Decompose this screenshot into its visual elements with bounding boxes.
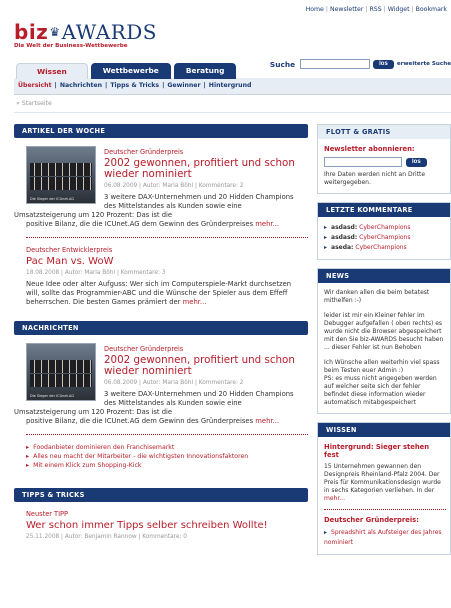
read-more-link[interactable]: mehr... [255, 417, 279, 425]
newsletter-title: Newsletter abonnieren: [324, 145, 415, 153]
divider [324, 509, 446, 510]
comment-item[interactable]: aseda: CyberChampions [324, 243, 446, 253]
sidebar-heading-flott: FLOTT & GRATIS [318, 125, 450, 139]
subnav-gewinner[interactable]: Gewinner [167, 82, 200, 89]
newsletter-note: Ihre Daten werden nicht an Dritte weiter… [324, 171, 426, 186]
wissen-box: WISSEN Hintergrund: Sieger stehen fest 1… [317, 422, 451, 555]
sidebar-heading-comments: LETZTE KOMMENTARE [318, 203, 450, 217]
subnav-tipps[interactable]: Tipps & Tricks [110, 82, 159, 89]
crown-icon: ♛ [49, 25, 61, 39]
read-more-link[interactable]: mehr... [324, 495, 345, 502]
article-headline[interactable]: Pac Man vs. WoW [26, 256, 304, 267]
subnav-hintergrund[interactable]: Hintergrund [209, 82, 252, 89]
search-bar: Suche los erweiterte Suche [270, 59, 451, 69]
second-article: Deutscher Entwicklerpreis Pac Man vs. Wo… [14, 238, 308, 307]
news-text: Ich Wünsche allen weiterhin viel spass b… [324, 359, 440, 374]
subnav-uebersicht[interactable]: Übersicht [18, 82, 52, 89]
wissen-text: 15 Unternehmen gewannen den Designpreis … [324, 463, 441, 502]
read-more-link[interactable]: mehr... [183, 298, 207, 306]
advanced-search-link[interactable]: erweiterte Suche [397, 61, 451, 67]
tab-beratung[interactable]: Beratung [173, 63, 237, 79]
tip-article: Neuster TIPP Wer schon immer Tipps selbe… [14, 502, 308, 540]
news-list-item[interactable]: Mit einem Klick zum Shopping-Kick [26, 461, 308, 470]
subnav-nachrichten[interactable]: Nachrichten [60, 82, 102, 89]
article-meta: 25.11.2008 | Autor: Benjamin Rannow | Ko… [26, 534, 187, 540]
comment-item[interactable]: asdasd: CyberChampions [324, 233, 446, 243]
read-more-link[interactable]: mehr... [255, 220, 279, 228]
photo-caption: Die Sieger der ICUnet.AG [30, 197, 75, 201]
top-link-home[interactable]: Home [306, 6, 324, 13]
logo-awards: AWARDS [61, 20, 158, 44]
subnav: Übersicht | Nachrichten | Tipps & Tricks | Gew… [18, 82, 252, 89]
article-kicker[interactable]: Neuster TIPP [26, 510, 304, 518]
section-heading-artikel: ARTIKEL DER WOCHE [14, 124, 308, 138]
news-text: PS: es muss nicht angegeben werden auf w… [324, 375, 437, 406]
feature-photo[interactable]: Die Sieger der ICUnet.AG [26, 146, 96, 204]
feature-article: Die Sieger der ICUnet.AG Deutscher Gründ… [14, 138, 308, 229]
newsletter-submit-button[interactable]: los [406, 157, 427, 167]
newsletter-box: FLOTT & GRATIS Newsletter abonnieren: lo… [317, 124, 451, 194]
wissen-title[interactable]: Hintergrund: Sieger stehen fest [324, 443, 446, 459]
sidebar: FLOTT & GRATIS Newsletter abonnieren: lo… [317, 124, 451, 563]
news-feature: Die Sieger der ICUnet.AG Deutscher Gründ… [14, 335, 308, 426]
top-link-rss[interactable]: RSS [370, 6, 382, 13]
tab-wettbewerbe[interactable]: Wettbewerbe [90, 63, 171, 79]
search-label: Suche [269, 59, 296, 69]
news-list: Foodanbieter dominieren den Franchisemar… [14, 435, 308, 470]
sidebar-heading-news: NEWS [318, 269, 450, 283]
section-heading-nachrichten: NACHRICHTEN [14, 321, 308, 335]
site-logo[interactable]: biz♛AWARDS Die Welt der Business-Wettbew… [14, 22, 157, 49]
article-meta: 18.08.2008 | Autor: Maria Böhl | Komment… [26, 270, 166, 276]
logo-biz: biz [14, 20, 49, 44]
search-button[interactable]: los [373, 59, 394, 69]
wissen-link[interactable]: Spreadshirt als Aufsteiger des Jahres no… [324, 528, 446, 548]
sidebar-heading-wissen: WISSEN [318, 423, 450, 437]
news-box: NEWS Wir danken allen die beim betatest … [317, 268, 451, 414]
main-column: ARTIKEL DER WOCHE Die Sieger der ICUnet.… [14, 124, 308, 540]
comments-box: LETZTE KOMMENTARE asdasd: CyberChampions… [317, 202, 451, 260]
comment-item[interactable]: asdasd: CyberChampions [324, 223, 446, 233]
news-photo[interactable]: Die Sieger der ICUnet.AG [26, 343, 96, 401]
main-tabs: Wissen Wettbewerbe Beratung [16, 63, 237, 79]
newsletter-email-input[interactable] [324, 157, 402, 167]
article-teaser: Neue Idee oder alter Aufguss: Wer sich i… [26, 280, 292, 306]
top-link-newsletter[interactable]: Newsletter [330, 6, 363, 13]
article-teaser-continued: positive Bilanz, die die ICUnet.AG dem G… [26, 417, 280, 425]
news-text: leider ist mir ein Kleiner fehler im Deb… [324, 312, 444, 351]
article-kicker[interactable]: Deutscher Entwicklerpreis [26, 246, 304, 254]
section-heading-tipps: TIPPS & TRICKS [14, 488, 308, 502]
top-link-bookmark[interactable]: Bookmark [416, 6, 447, 13]
news-text: Wir danken allen die beim betatest mithe… [324, 289, 430, 304]
news-list-item[interactable]: Alles neu macht der Mitarbeiter - die wi… [26, 452, 308, 461]
article-teaser-continued: positive Bilanz, die die ICUnet.AG dem G… [26, 220, 280, 228]
news-list-item[interactable]: Foodanbieter dominieren den Franchisemar… [26, 443, 308, 452]
top-links: Home | Newsletter | RSS | Widget | Bookmark [305, 6, 447, 13]
breadcrumb[interactable]: » Startseite [16, 100, 52, 107]
header-divider [14, 112, 451, 113]
photo-caption: Die Sieger der ICUnet.AG [30, 394, 75, 398]
tab-wissen[interactable]: Wissen [16, 63, 88, 79]
search-input[interactable] [300, 59, 371, 69]
article-headline[interactable]: Wer schon immer Tipps selber schreiben W… [26, 520, 304, 531]
wissen-subtitle: Deutscher Gründerpreis: [324, 516, 419, 524]
top-link-widget[interactable]: Widget [388, 6, 410, 13]
